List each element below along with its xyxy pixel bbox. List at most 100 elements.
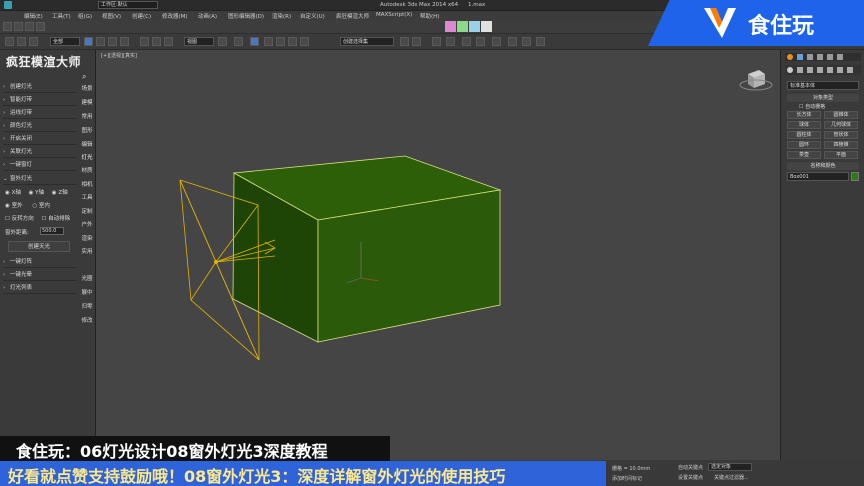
render-setup-icon[interactable] bbox=[508, 37, 517, 46]
redo-icon[interactable] bbox=[14, 22, 23, 31]
object-name-input[interactable]: Box001 bbox=[787, 172, 849, 181]
setkey-button[interactable]: 设置关键点 bbox=[678, 474, 703, 481]
selection-filter-dropdown[interactable]: 全部 bbox=[50, 37, 80, 46]
geometry-icon[interactable] bbox=[787, 67, 793, 73]
material-editor-icon[interactable] bbox=[492, 37, 501, 46]
region-icon[interactable] bbox=[108, 37, 117, 46]
menu-tools[interactable]: 工具(T) bbox=[52, 12, 71, 20]
search-icon[interactable]: ⌕ bbox=[82, 72, 86, 82]
scale-icon[interactable] bbox=[164, 37, 173, 46]
radio-outdoor[interactable]: ◉ 室外 bbox=[5, 203, 23, 209]
hierarchy-tab-icon[interactable] bbox=[807, 54, 813, 60]
tab-reset[interactable]: 归零 bbox=[78, 302, 96, 310]
tab-center[interactable]: 展中 bbox=[78, 288, 96, 296]
tab-modify[interactable]: 修改 bbox=[78, 316, 96, 324]
torus-button[interactable]: 圆环 bbox=[787, 141, 821, 149]
motion-tab-icon[interactable] bbox=[817, 54, 823, 60]
menu-help[interactable]: 帮助(H) bbox=[420, 12, 439, 20]
menu-plugin[interactable]: 疯狂模渲大师 bbox=[336, 12, 369, 20]
helpers-icon[interactable] bbox=[827, 67, 833, 73]
tool-icon[interactable] bbox=[36, 22, 45, 31]
layer-icon[interactable] bbox=[432, 37, 441, 46]
cylinder-button[interactable]: 圆柱体 bbox=[787, 131, 821, 139]
box-button[interactable]: 长方体 bbox=[787, 111, 821, 119]
menu-modifiers[interactable]: 修改器(M) bbox=[162, 12, 188, 20]
tab-shape[interactable]: 图形 bbox=[78, 126, 96, 134]
percent-snap-icon[interactable] bbox=[276, 37, 285, 46]
menu-graph-editors[interactable]: 图形编辑器(D) bbox=[228, 12, 264, 20]
tab-camera[interactable]: 相机 bbox=[78, 180, 96, 188]
shapes-icon[interactable] bbox=[797, 67, 803, 73]
selected-dropdown[interactable]: 选定对象 bbox=[708, 463, 752, 471]
tab-tools[interactable]: 工具 bbox=[78, 193, 96, 201]
object-color-swatch[interactable] bbox=[851, 172, 859, 181]
radio-y[interactable]: ◉ Y轴 bbox=[29, 190, 44, 196]
schematic-icon[interactable] bbox=[476, 37, 485, 46]
autogrid-checkbox[interactable]: ☐ 自动栅格 bbox=[799, 103, 825, 110]
display-tab-icon[interactable] bbox=[827, 54, 833, 60]
curve-editor-icon[interactable] bbox=[462, 37, 471, 46]
pyramid-button[interactable]: 四棱锥 bbox=[824, 141, 858, 149]
link-icon[interactable] bbox=[5, 37, 14, 46]
color-swatch-icon[interactable] bbox=[481, 21, 492, 32]
tube-button[interactable]: 管状体 bbox=[824, 131, 858, 139]
modify-tab-icon[interactable] bbox=[797, 54, 803, 60]
checkbox-auto-exclude[interactable]: ☐ 自动排除 bbox=[41, 216, 70, 222]
plugin-row-outdoor-light[interactable]: ⌄ 窗外灯光 bbox=[3, 174, 77, 185]
tab-material[interactable]: 材质 bbox=[78, 166, 96, 174]
plane-button[interactable]: 平面 bbox=[824, 151, 858, 159]
render-icon[interactable] bbox=[536, 37, 545, 46]
tab-aperture[interactable]: 光圈 bbox=[78, 274, 96, 282]
tab-modeling[interactable]: 建模 bbox=[78, 98, 96, 106]
snap-icon[interactable] bbox=[250, 37, 259, 46]
spinner-snap-icon[interactable] bbox=[288, 37, 297, 46]
undo-icon[interactable] bbox=[3, 22, 12, 31]
tab-edit[interactable]: 编辑 bbox=[78, 140, 96, 148]
plugin-row-link-light[interactable]: › 关联灯光 bbox=[3, 147, 77, 158]
unlink-icon[interactable] bbox=[17, 37, 26, 46]
teapot-button[interactable]: 茶壶 bbox=[787, 151, 821, 159]
plugin-row-halo[interactable]: › 一键光晕 bbox=[3, 270, 77, 281]
utilities-tab-icon[interactable] bbox=[837, 54, 843, 60]
key-filters-button[interactable]: 关键点过滤器... bbox=[714, 474, 749, 481]
named-selection-dropdown[interactable]: 创建选择集 bbox=[340, 37, 394, 46]
select-icon[interactable] bbox=[84, 37, 93, 46]
window-icon[interactable] bbox=[120, 37, 129, 46]
plugin-row-toggle[interactable]: › 开启关闭 bbox=[3, 134, 77, 145]
menu-rendering[interactable]: 渲染(R) bbox=[272, 12, 291, 20]
align-icon[interactable] bbox=[412, 37, 421, 46]
primitive-type-dropdown[interactable]: 标准基本体 bbox=[787, 81, 859, 90]
radio-indoor[interactable]: ○ 室内 bbox=[32, 203, 50, 209]
render-frame-icon[interactable] bbox=[522, 37, 531, 46]
reference-coord-dropdown[interactable]: 视图 bbox=[184, 37, 214, 46]
color-swatch-icon[interactable] bbox=[469, 21, 480, 32]
tab-utility[interactable]: 实用 bbox=[78, 247, 96, 255]
color-swatch-icon[interactable] bbox=[445, 21, 456, 32]
name-color-rollout[interactable]: 名称和颜色 bbox=[787, 162, 859, 170]
rotate-icon[interactable] bbox=[152, 37, 161, 46]
tool-icon[interactable] bbox=[25, 22, 34, 31]
angle-snap-icon[interactable] bbox=[264, 37, 273, 46]
plugin-row-light-array[interactable]: › 一键灯阵 bbox=[3, 257, 77, 268]
plugin-row-window-light[interactable]: › 一键窗灯 bbox=[3, 160, 77, 171]
bind-icon[interactable] bbox=[29, 37, 38, 46]
perspective-viewport[interactable]: [+][透视][真实] bbox=[97, 50, 779, 460]
app-icon[interactable] bbox=[4, 1, 12, 9]
radio-x[interactable]: ◉ X轴 bbox=[5, 190, 21, 196]
geosphere-button[interactable]: 几何球体 bbox=[824, 121, 858, 129]
color-swatch-icon[interactable] bbox=[457, 21, 468, 32]
menu-view[interactable]: 视图(V) bbox=[102, 12, 121, 20]
move-icon[interactable] bbox=[140, 37, 149, 46]
lights-icon[interactable] bbox=[807, 67, 813, 73]
mirror-icon[interactable] bbox=[400, 37, 409, 46]
menu-group[interactable]: 组(G) bbox=[78, 12, 92, 20]
systems-icon[interactable] bbox=[847, 67, 853, 73]
tab-render[interactable]: 渲染 bbox=[78, 234, 96, 242]
sphere-button[interactable]: 球体 bbox=[787, 121, 821, 129]
create-tab-icon[interactable] bbox=[787, 54, 793, 60]
autokey-button[interactable]: 自动关键点 bbox=[678, 464, 703, 471]
tab-common[interactable]: 常用 bbox=[78, 112, 96, 120]
tab-light[interactable]: 灯光 bbox=[78, 153, 96, 161]
plugin-row-line-strip[interactable]: › 运线灯带 bbox=[3, 108, 77, 119]
cameras-icon[interactable] bbox=[817, 67, 823, 73]
